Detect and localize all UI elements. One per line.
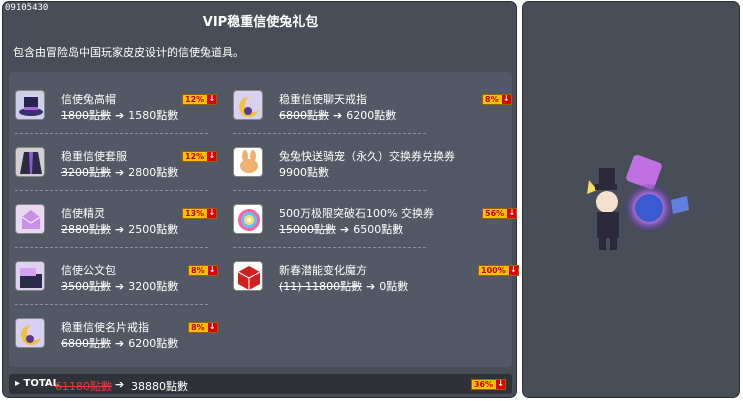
item-name: 信使兔高帽 (61, 93, 116, 106)
arrow-right-icon: ➔ (115, 378, 125, 391)
divider (233, 247, 426, 248)
list-item[interactable]: 稳重信使名片戒指 6800點數 ➔ 6200點數 8% ↓ (15, 316, 235, 366)
item-price: 3500點數 ➔ 3200點數 (61, 280, 179, 293)
item-list: 信使兔高帽 1800點數 ➔ 1580點數 12% ↓ 稳重信使套服 3200點數 ➔ 2… (9, 72, 519, 367)
preview-panel (522, 1, 740, 398)
list-item[interactable]: 信使兔高帽 1800點數 ➔ 1580點數 12% ↓ (15, 88, 235, 138)
divider (15, 190, 208, 191)
item-price: 2880點數 ➔ 2500點數 (61, 223, 179, 236)
discount-badge: 8% ↓ (188, 265, 218, 276)
top-hat-icon (15, 90, 45, 120)
total-row: ▸ TOTAL 61180點數 ➔ 38880點數 36% ↓ (9, 374, 512, 394)
character-preview-image (587, 154, 689, 250)
discount-badge: 8% ↓ (188, 322, 218, 333)
divider (15, 133, 208, 134)
divider (233, 133, 426, 134)
moon-ring-icon (15, 318, 45, 348)
envelope-spirit-icon (15, 204, 45, 234)
item-name: 新春潜能变化魔方 (279, 264, 367, 277)
rainbow-burst-icon (233, 204, 263, 234)
discount-badge: 13% ↓ (182, 208, 218, 219)
list-item[interactable]: 信使公文包 3500點數 ➔ 3200點數 8% ↓ (15, 259, 235, 309)
cube-icon (233, 261, 263, 291)
item-name: 信使精灵 (61, 207, 105, 220)
item-price: (11) 11800點數 ➔ 0點數 (279, 280, 409, 293)
discount-badge: 8% ↓ (482, 94, 512, 105)
item-price: 15000點數 ➔ 6500點數 (279, 223, 404, 236)
item-name: 稳重信使名片戒指 (61, 321, 149, 334)
rabbit-coupon-icon (233, 147, 263, 177)
package-description: 包含由冒险岛中国玩家皮皮设计的信使兔道具。 (13, 46, 244, 59)
item-name: 500万极限突破石100% 交换券 (279, 207, 434, 220)
item-name: 稳重信使聊天戒指 (279, 93, 367, 106)
divider (233, 190, 426, 191)
briefcase-icon (15, 261, 45, 291)
list-item[interactable]: 稳重信使套服 3200點數 ➔ 2800點數 12% ↓ (15, 145, 235, 195)
list-item[interactable]: 兔兔快送骑宠（永久）交换券兑换券 9900點數 (233, 145, 455, 195)
item-price: 3200點數 ➔ 2800點數 (61, 166, 179, 179)
discount-badge: 56% ↓ (482, 208, 518, 219)
list-item[interactable]: 新春潜能变化魔方 (11) 11800點數 ➔ 0點數 100% ↓ (233, 259, 519, 309)
item-price: 6800點數 ➔ 6200點數 (279, 109, 397, 122)
divider (15, 304, 208, 305)
total-discount-badge: 36% ↓ (470, 379, 506, 390)
total-label: ▸ TOTAL (15, 378, 59, 389)
item-price: 6800點數 ➔ 6200點數 (61, 337, 179, 350)
moon-ring-icon (233, 90, 263, 120)
item-name: 稳重信使套服 (61, 150, 127, 163)
coat-icon (15, 147, 45, 177)
item-name: 兔兔快送骑宠（永久）交换券兑换券 (279, 150, 455, 163)
discount-badge: 12% ↓ (182, 151, 218, 162)
list-item[interactable]: 信使精灵 2880點數 ➔ 2500點數 13% ↓ (15, 202, 235, 252)
package-title: VIP稳重信使兔礼包 (202, 15, 319, 30)
total-old-price: 61180點數 (55, 380, 112, 393)
item-price: 9900點數 (279, 166, 329, 179)
total-new-price: 38880點數 (131, 380, 188, 393)
discount-badge: 100% ↓ (478, 265, 519, 276)
package-panel: 09105430 VIP稳重信使兔礼包 包含由冒险岛中国玩家皮皮设计的信使兔道具… (2, 1, 519, 398)
item-name: 信使公文包 (61, 264, 116, 277)
list-item[interactable]: 500万极限突破石100% 交换券 15000點數 ➔ 6500點數 56% ↓ (233, 202, 518, 252)
divider (15, 247, 208, 248)
discount-badge: 12% ↓ (182, 94, 218, 105)
list-item[interactable]: 稳重信使聊天戒指 6800點數 ➔ 6200點數 8% ↓ (233, 88, 512, 138)
item-price: 1800點數 ➔ 1580點數 (61, 109, 179, 122)
